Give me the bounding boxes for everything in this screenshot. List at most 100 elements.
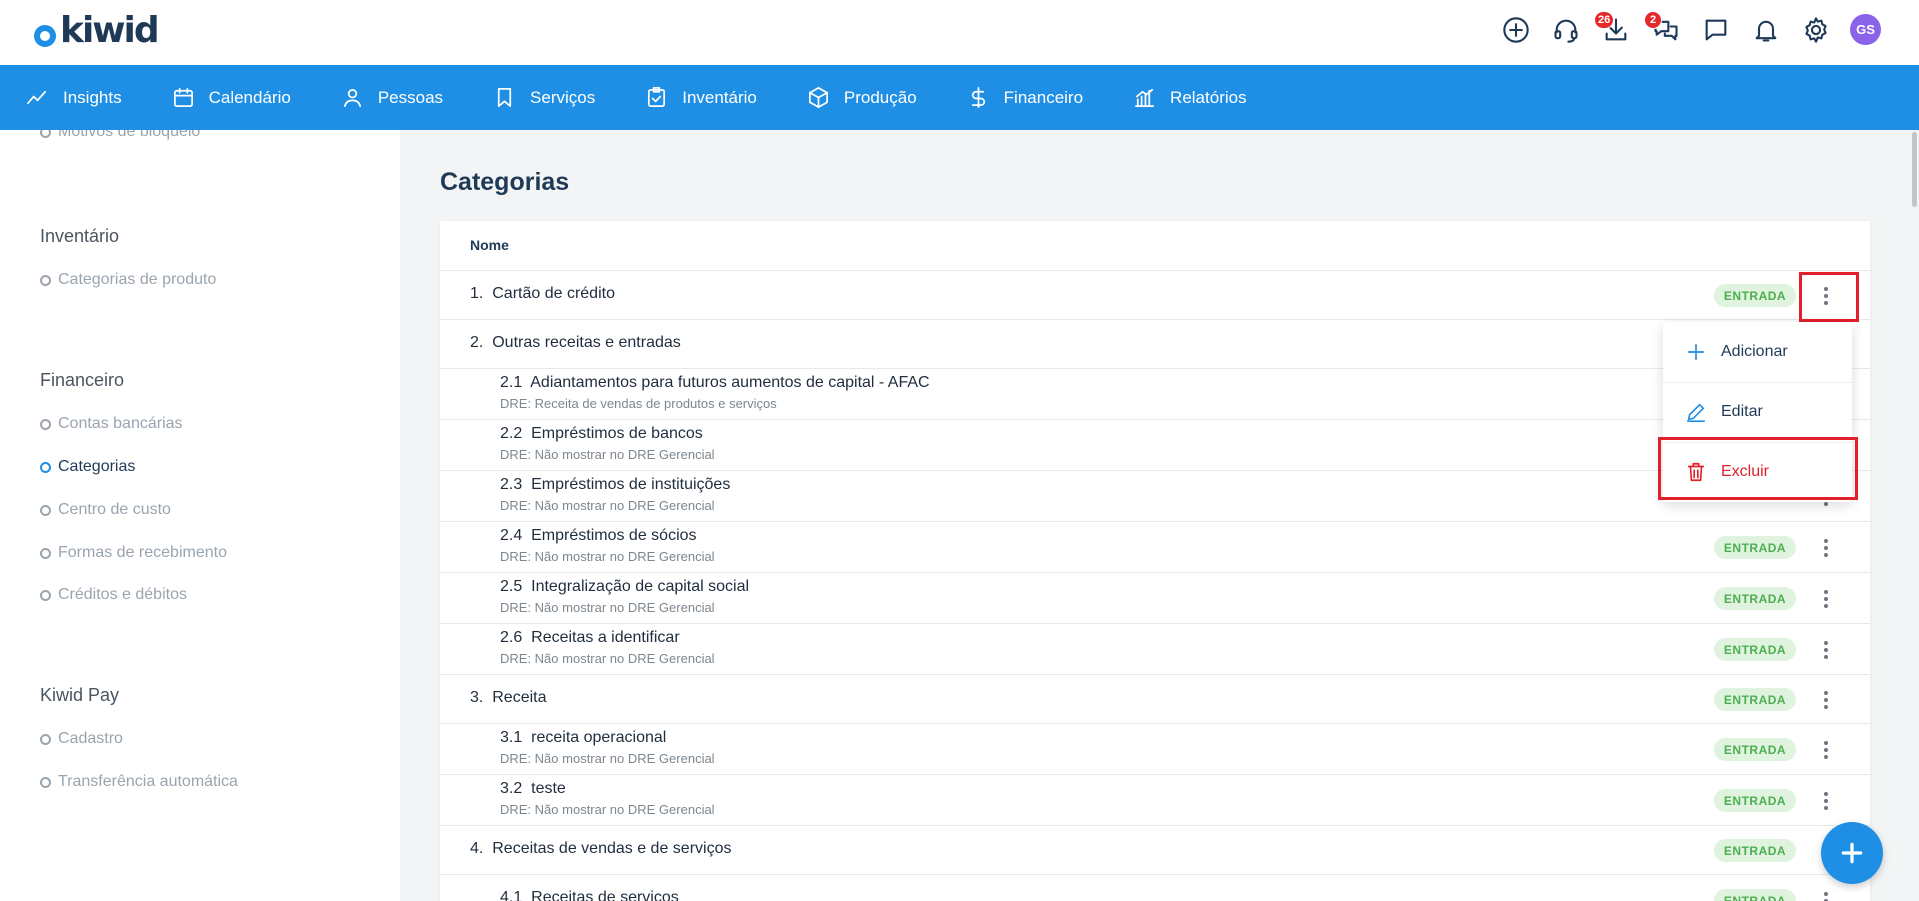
more-options-icon[interactable] (1816, 888, 1836, 901)
pencil-icon (1686, 403, 1706, 422)
menu-item-editar[interactable]: Editar (1663, 382, 1852, 442)
category-name: 4. Receitas de vendas e de serviços (470, 840, 732, 857)
category-dre: DRE: Não mostrar no DRE Gerencial (500, 751, 715, 766)
table-row[interactable]: 2.3 Empréstimos de instituições DRE: Não … (440, 470, 1870, 521)
more-options-icon[interactable] (1816, 637, 1836, 663)
radio-dot-icon (40, 589, 51, 601)
person-icon (343, 88, 361, 107)
table-row[interactable]: 2.2 Empréstimos de bancos DRE: Não mostra… (440, 419, 1870, 470)
table-row[interactable]: 2.6 Receitas a identificar DRE: Não mostr… (440, 623, 1870, 674)
sidebar-item-categorias-produto[interactable]: Categorias de produto (40, 271, 216, 289)
nav-insights[interactable]: Insights (26, 86, 122, 109)
more-options-icon[interactable] (1816, 586, 1836, 612)
user-avatar[interactable]: GS (1850, 14, 1881, 45)
category-dre: DRE: Não mostrar no DRE Gerencial (500, 600, 715, 615)
nav-financeiro[interactable]: Financeiro (967, 86, 1083, 109)
table-row[interactable]: 2.4 Empréstimos de sócios DRE: Não mostra… (440, 521, 1870, 572)
nav-calendario[interactable]: Calendário (172, 86, 291, 109)
bell-icon[interactable] (1750, 14, 1781, 45)
radio-dot-icon (40, 130, 51, 138)
add-floating-button[interactable] (1821, 822, 1883, 884)
category-name: 3. Receita (470, 689, 547, 706)
categories-table: Nome 1. Cartão de crédito ENTRADA 2. Outra… (440, 221, 1870, 901)
clipboard-icon (648, 87, 666, 107)
table-row[interactable]: 2.5 Integralização de capital social DRE:… (440, 572, 1870, 623)
radio-dot-icon (40, 274, 51, 286)
category-name: 4.1 Receitas de serviços (500, 889, 679, 901)
excluir-highlight (1658, 437, 1858, 500)
support-headset-icon[interactable] (1550, 14, 1581, 45)
menu-item-adicionar[interactable]: Adicionar (1663, 322, 1852, 382)
sidebar-item-label: Transferência automática (58, 773, 238, 790)
table-row[interactable]: 2.1 Adiantamentos para futuros aumentos … (440, 368, 1870, 419)
column-header-nome: Nome (470, 237, 509, 253)
nav-inventario[interactable]: Inventário (645, 86, 757, 109)
table-row[interactable]: 3.2 teste DRE: Não mostrar no DRE Gerenci… (440, 774, 1870, 825)
report-chart-icon (1135, 88, 1155, 107)
sidebar-item-label: Motivos de bloqueio (58, 130, 201, 140)
category-name: 3.1 receita operacional (500, 729, 667, 746)
table-row[interactable]: 4. Receitas de vendas e de serviços ENTRA… (440, 825, 1870, 874)
nav-relatorios[interactable]: Relatórios (1133, 86, 1247, 109)
type-badge: ENTRADA (1714, 587, 1796, 610)
more-options-icon[interactable] (1816, 687, 1836, 713)
nav-label: Produção (843, 87, 917, 107)
sidebar-item-creditos-debitos[interactable]: Créditos e débitos (40, 586, 187, 604)
trend-line-icon (27, 90, 47, 105)
sidebar-item-motivos-bloqueio[interactable]: Motivos de bloqueio (40, 130, 200, 141)
nav-label: Relatórios (1170, 87, 1247, 107)
sidebar-item-label: Créditos e débitos (58, 586, 187, 603)
gear-icon[interactable] (1800, 14, 1831, 45)
type-badge: ENTRADA (1714, 284, 1796, 307)
sidebar-item-label: Formas de recebimento (58, 544, 227, 561)
nav-servicos[interactable]: Serviços (493, 86, 595, 109)
category-name: 2.2 Empréstimos de bancos (500, 425, 703, 442)
scrollbar-thumb[interactable] (1912, 132, 1917, 207)
bookmark-icon (497, 88, 512, 107)
chat-bubbles-icon[interactable]: 2 (1644, 11, 1681, 45)
page-scrollbar[interactable] (1910, 130, 1919, 901)
category-dre: DRE: Não mostrar no DRE Gerencial (500, 549, 715, 564)
nav-pessoas[interactable]: Pessoas (341, 86, 443, 109)
radio-dot-icon (40, 733, 51, 745)
table-row[interactable]: 1. Cartão de crédito ENTRADA (440, 270, 1870, 319)
message-icon[interactable] (1700, 14, 1731, 45)
kiwid-logo[interactable]: kiwid (34, 10, 160, 51)
table-row[interactable]: 3. Receita ENTRADA (440, 674, 1870, 723)
logo-mark (34, 24, 56, 47)
category-dre: DRE: Não mostrar no DRE Gerencial (500, 651, 715, 666)
calendar-icon (173, 88, 193, 107)
nav-label: Pessoas (377, 87, 444, 107)
category-dre: DRE: Receita de vendas de produtos e ser… (500, 396, 777, 411)
category-name: 1. Cartão de crédito (470, 285, 615, 302)
more-options-icon[interactable] (1816, 535, 1836, 561)
more-options-icon[interactable] (1816, 737, 1836, 763)
nav-label: Calendário (208, 87, 291, 107)
menu-item-label: Editar (1721, 403, 1763, 420)
radio-dot-icon (40, 461, 51, 473)
download-icon[interactable]: 26 (1594, 11, 1631, 45)
sidebar-item-centro-custo[interactable]: Centro de custo (40, 501, 171, 519)
table-row[interactable]: 2. Outras receitas e entradas (440, 319, 1870, 368)
nav-label: Insights (63, 87, 122, 107)
more-options-icon[interactable] (1816, 788, 1836, 814)
type-badge: ENTRADA (1714, 889, 1796, 901)
table-row[interactable]: 4.1 Receitas de serviços ENTRADA (440, 874, 1870, 901)
page-title: Categorias (440, 168, 570, 196)
sidebar-item-contas-bancarias[interactable]: Contas bancárias (40, 415, 183, 433)
sidebar-item-formas-recebimento[interactable]: Formas de recebimento (40, 544, 227, 562)
add-circle-icon[interactable] (1500, 14, 1531, 45)
box-icon (808, 87, 828, 108)
sidebar-item-categorias[interactable]: Categorias (40, 458, 135, 476)
radio-dot-icon (40, 504, 51, 516)
sidebar-item-cadastro[interactable]: Cadastro (40, 730, 123, 748)
type-badge: ENTRADA (1714, 839, 1796, 862)
table-row[interactable]: 3.1 receita operacional DRE: Não mostrar … (440, 723, 1870, 774)
sidebar-item-transferencia-automatica[interactable]: Transferência automática (40, 773, 238, 791)
logo-text: kiwid (60, 10, 160, 51)
category-name: 2. Outras receitas e entradas (470, 334, 681, 351)
type-badge: ENTRADA (1714, 789, 1796, 812)
nav-producao[interactable]: Produção (807, 86, 917, 109)
category-name: 2.6 Receitas a identificar (500, 629, 680, 646)
sidebar-item-label: Categorias de produto (58, 271, 217, 288)
